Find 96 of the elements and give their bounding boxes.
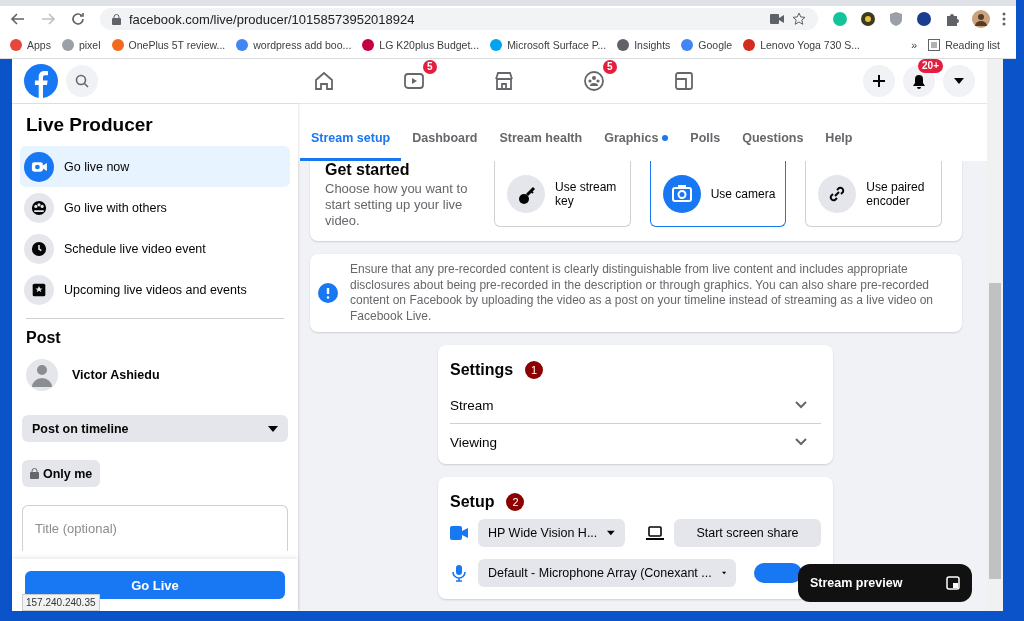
- caret-icon: [268, 425, 278, 432]
- step-number: 1: [525, 361, 544, 379]
- screen-share-button[interactable]: Start screen share: [674, 519, 821, 547]
- bookmark[interactable]: pixel: [61, 39, 101, 51]
- picture-in-picture-icon: [946, 576, 960, 590]
- tab[interactable]: Graphics: [593, 131, 680, 161]
- caret-icon: [607, 530, 615, 536]
- back-icon[interactable]: [10, 11, 26, 27]
- section-title: Setup: [450, 493, 495, 511]
- privacy-button[interactable]: Only me: [22, 460, 101, 487]
- page-title: Live Producer: [26, 114, 154, 136]
- tab[interactable]: Questions: [731, 131, 815, 161]
- bookmark[interactable]: OnePlus 5T review...: [111, 39, 226, 51]
- shop-icon: [492, 70, 515, 92]
- microphone-dropdown[interactable]: Default - Microphone Array (Conexant ...: [478, 559, 736, 587]
- bell-icon: [912, 73, 926, 89]
- calendar-icon: [24, 274, 54, 305]
- bookmark[interactable]: wordpress add boo...: [236, 39, 352, 51]
- lock-icon: [112, 13, 121, 25]
- tab[interactable]: Polls: [679, 131, 732, 161]
- accordion-row[interactable]: Stream: [450, 387, 821, 423]
- facebook-logo[interactable]: [24, 64, 58, 98]
- camera-icon[interactable]: [770, 14, 784, 24]
- option-card[interactable]: Use camera: [649, 161, 787, 227]
- link-icon: [818, 174, 857, 213]
- address-bar[interactable]: facebook.com/live/producer/10158573952018924: [100, 8, 818, 30]
- bookmark[interactable]: LG K20plus Budget...: [362, 39, 480, 51]
- status-url: 157.240.240.35: [22, 594, 100, 611]
- url-text: facebook.com/live/producer/10158573952018924: [129, 11, 415, 27]
- info-icon: [318, 283, 338, 303]
- option-card[interactable]: Use stream key: [494, 161, 631, 227]
- laptop-icon: [646, 526, 664, 540]
- tab[interactable]: Stream health: [488, 131, 594, 161]
- notice-text: Ensure that any pre-recorded content is clearly distinguishable from live content and includes appropriate disclosures about being pre-recorded in the description or through graphics. You can also share pre-recorded content on Facebook by uploading the video as a post on your timeline instead of streaming as a live video on Facebook Live.: [350, 262, 935, 324]
- chevron-icon: [795, 401, 807, 409]
- extension-icon[interactable]: [860, 11, 876, 27]
- step-number: 2: [506, 493, 525, 511]
- search-icon: [75, 74, 89, 88]
- stream-preview[interactable]: Stream preview: [798, 564, 972, 602]
- microphone-icon: [450, 564, 468, 582]
- bookmark[interactable]: Lenovo Yoga 730 S...: [743, 39, 861, 51]
- group-icon: [24, 192, 54, 223]
- scrollbar[interactable]: [987, 59, 1003, 611]
- sidebar-item[interactable]: Upcoming live videos and events: [20, 269, 290, 310]
- accordion-row[interactable]: Viewing: [450, 424, 821, 460]
- chevron-icon: [795, 438, 807, 446]
- create-button[interactable]: [863, 65, 895, 97]
- lock-icon: [30, 468, 39, 479]
- destination-dropdown[interactable]: Post on timeline: [22, 415, 288, 442]
- description: Choose how you want to start setting up your live video.: [325, 181, 469, 229]
- camera-icon: [450, 526, 468, 540]
- reading-list[interactable]: Reading list: [928, 39, 1000, 51]
- option-card[interactable]: Use paired encoder: [805, 161, 942, 227]
- go-live-button[interactable]: Go Live: [25, 571, 285, 599]
- star-icon[interactable]: [792, 12, 806, 26]
- sidebar-item[interactable]: Schedule live video event: [20, 228, 290, 269]
- shield-icon[interactable]: [888, 11, 904, 27]
- home-icon: [312, 70, 335, 92]
- notification-badge: 5: [422, 60, 437, 74]
- bookmark[interactable]: Insights: [617, 39, 671, 51]
- tab[interactable]: Help: [814, 131, 864, 161]
- sidebar-item[interactable]: Go live with others: [20, 187, 290, 228]
- search-button[interactable]: [66, 65, 98, 97]
- menu-icon[interactable]: [1002, 12, 1006, 26]
- bookmark[interactable]: Google: [681, 39, 733, 51]
- account-button[interactable]: [943, 65, 975, 97]
- profile-avatar[interactable]: [972, 10, 990, 28]
- notification-badge: 20+: [918, 59, 943, 73]
- puzzle-icon[interactable]: [944, 11, 960, 27]
- sidebar-item[interactable]: Go live now: [20, 146, 290, 187]
- avatar: [26, 359, 58, 391]
- section-title: Get started: [325, 161, 411, 179]
- section-title: Post: [26, 329, 62, 347]
- extension-icon[interactable]: [916, 11, 932, 27]
- caret-icon: [954, 78, 964, 84]
- more-bookmarks[interactable]: »: [911, 39, 918, 51]
- square-frame-icon: [672, 70, 695, 92]
- camera-dropdown[interactable]: HP Wide Vision H...: [478, 519, 625, 547]
- reload-icon[interactable]: [70, 11, 86, 27]
- video-icon: [402, 70, 425, 92]
- plus-icon: [872, 74, 886, 88]
- title-field[interactable]: Title (optional): [22, 505, 288, 551]
- action-button[interactable]: [754, 563, 802, 583]
- clock-icon: [24, 233, 54, 264]
- group-icon: [582, 70, 605, 92]
- tab[interactable]: Dashboard: [401, 131, 489, 161]
- camera-icon: [24, 151, 54, 182]
- bookmark[interactable]: Apps: [10, 39, 51, 51]
- section-title: Settings: [450, 361, 514, 379]
- bookmark[interactable]: Microsoft Surface P...: [490, 39, 607, 51]
- list-icon: [928, 39, 941, 51]
- user-name: Victor Ashiedu: [72, 368, 160, 382]
- caret-icon: [721, 570, 726, 576]
- notification-badge: 5: [602, 60, 617, 74]
- key-icon: [507, 174, 545, 213]
- camera-icon: [662, 174, 701, 213]
